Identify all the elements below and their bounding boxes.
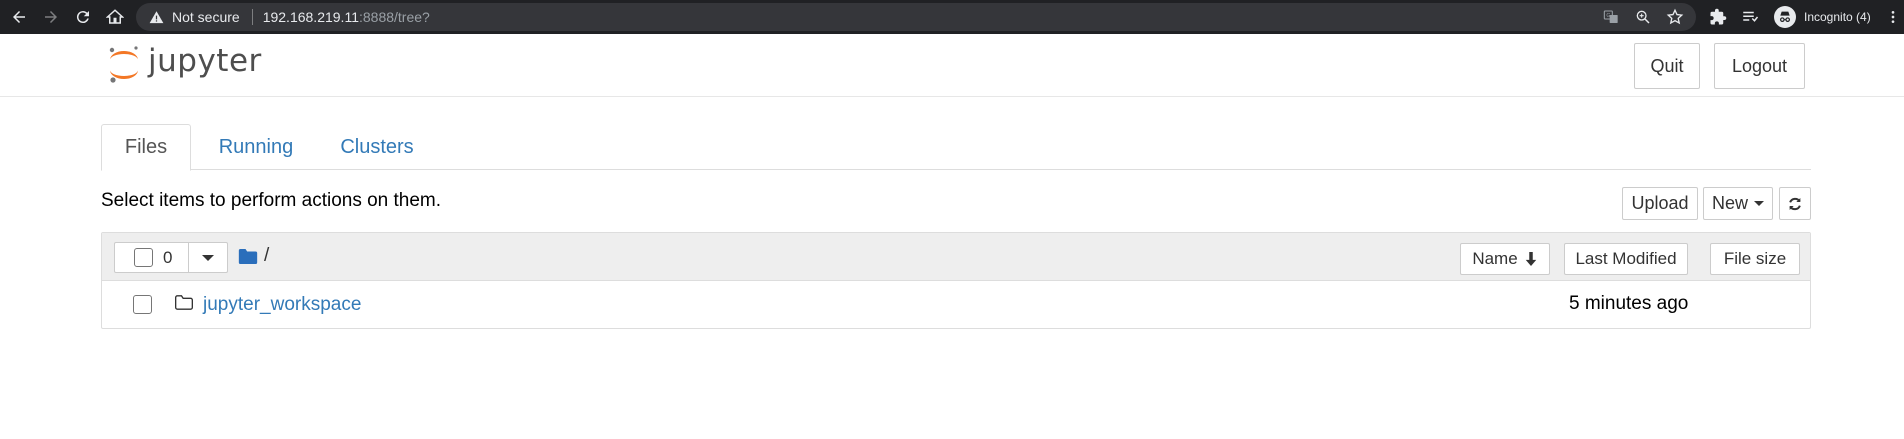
translate-icon[interactable]: G <box>1602 8 1620 26</box>
warning-icon[interactable] <box>148 9 164 25</box>
reload-icon[interactable] <box>70 4 96 30</box>
logo-text: jupyter <box>148 43 262 79</box>
jupyter-logo[interactable]: jupyter <box>106 43 262 85</box>
sort-name-button[interactable]: Name <box>1460 243 1550 275</box>
selected-count: 0 <box>163 247 173 267</box>
zoom-icon[interactable] <box>1634 8 1652 26</box>
url-path[interactable]: :8888/tree? <box>359 9 430 25</box>
new-button[interactable]: New <box>1703 187 1773 220</box>
chevron-down-icon <box>202 254 214 261</box>
upload-button[interactable]: Upload <box>1622 187 1698 220</box>
sort-file-size-button[interactable]: File size <box>1710 243 1800 275</box>
omnibox-divider <box>251 9 253 25</box>
tab-running[interactable]: Running <box>201 124 311 170</box>
jupyter-header: jupyter Quit Logout <box>0 34 1904 97</box>
back-icon[interactable] <box>6 4 32 30</box>
url-host[interactable]: 192.168.219.11 <box>263 9 359 25</box>
incognito-profile[interactable]: Incognito (4) <box>1770 4 1879 30</box>
security-label[interactable]: Not secure <box>172 9 240 25</box>
incognito-label: Incognito (4) <box>1804 10 1871 24</box>
forward-icon[interactable] <box>38 4 64 30</box>
selection-message: Select items to perform actions on them. <box>101 190 442 211</box>
folder-icon[interactable] <box>238 248 258 265</box>
select-all-group: 0 <box>114 242 228 273</box>
tab-files[interactable]: Files <box>101 124 191 171</box>
item-modified: 5 minutes ago <box>1569 293 1689 314</box>
tab-bar: Files Running Clusters <box>101 124 1811 171</box>
arrow-down-icon <box>1525 252 1536 266</box>
list-header: 0 / Name Last Modified File size <box>102 233 1810 281</box>
chevron-down-icon <box>1754 201 1764 206</box>
star-icon[interactable] <box>1666 8 1684 26</box>
reading-list-icon[interactable] <box>1736 3 1764 31</box>
file-list: 0 / Name Last Modified File size jupyter… <box>101 232 1811 329</box>
folder-outline-icon <box>175 295 193 310</box>
home-icon[interactable] <box>102 4 128 30</box>
tab-clusters[interactable]: Clusters <box>321 124 433 170</box>
list-item[interactable]: jupyter_workspace 5 minutes ago <box>102 282 1810 328</box>
browser-toolbar: Not secure 192.168.219.11:8888/tree? G <box>0 0 1904 34</box>
refresh-button[interactable] <box>1779 187 1811 220</box>
quit-button[interactable]: Quit <box>1634 43 1700 89</box>
sort-last-modified-button[interactable]: Last Modified <box>1564 243 1688 275</box>
menu-icon[interactable] <box>1885 4 1901 30</box>
refresh-icon <box>1789 197 1801 210</box>
select-all-checkbox[interactable] <box>134 248 153 267</box>
select-dropdown[interactable] <box>189 242 228 273</box>
breadcrumb: / <box>238 245 269 267</box>
breadcrumb-root[interactable]: / <box>264 245 269 267</box>
address-bar[interactable]: Not secure 192.168.219.11:8888/tree? G <box>136 3 1696 31</box>
jupyter-logo-icon <box>109 46 138 83</box>
extensions-icon[interactable] <box>1704 3 1732 31</box>
incognito-icon <box>1774 6 1796 28</box>
select-all[interactable]: 0 <box>114 242 189 273</box>
item-name-link[interactable]: jupyter_workspace <box>203 294 361 316</box>
svg-text:G: G <box>1606 13 1610 19</box>
new-button-label: New <box>1711 193 1748 213</box>
item-checkbox[interactable] <box>133 295 152 314</box>
sort-name-label: Name <box>1472 249 1518 268</box>
logout-button[interactable]: Logout <box>1714 43 1805 89</box>
